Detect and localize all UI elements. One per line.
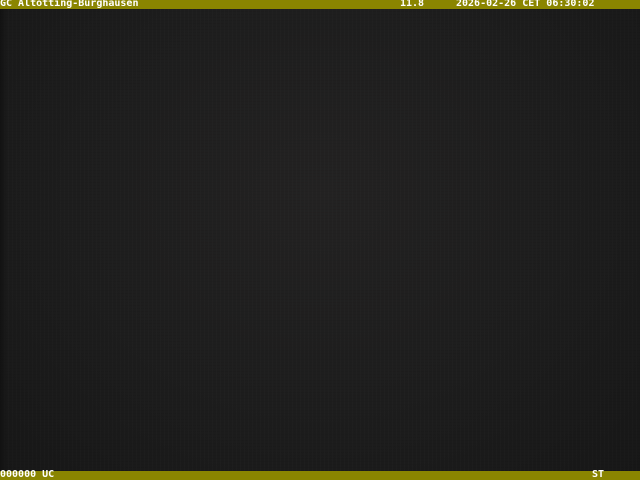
- timestamp: 2026-02-26 CET 06:30:02: [456, 0, 595, 9]
- frame-counter: 000000 UC: [0, 469, 55, 480]
- station-name: GC Altötting-Burghausen: [0, 0, 139, 9]
- webcam-frame: GC Altötting-Burghausen 11.8 2026-02-26 …: [0, 0, 640, 480]
- image-left-edge: [0, 9, 7, 471]
- webcam-image-night: [0, 9, 640, 471]
- status-code: ST: [592, 469, 605, 480]
- top-overlay-bar: GC Altötting-Burghausen 11.8 2026-02-26 …: [0, 0, 640, 9]
- temperature-readout: 11.8: [400, 0, 425, 9]
- bottom-overlay-bar: 000000 UC ST: [0, 469, 640, 480]
